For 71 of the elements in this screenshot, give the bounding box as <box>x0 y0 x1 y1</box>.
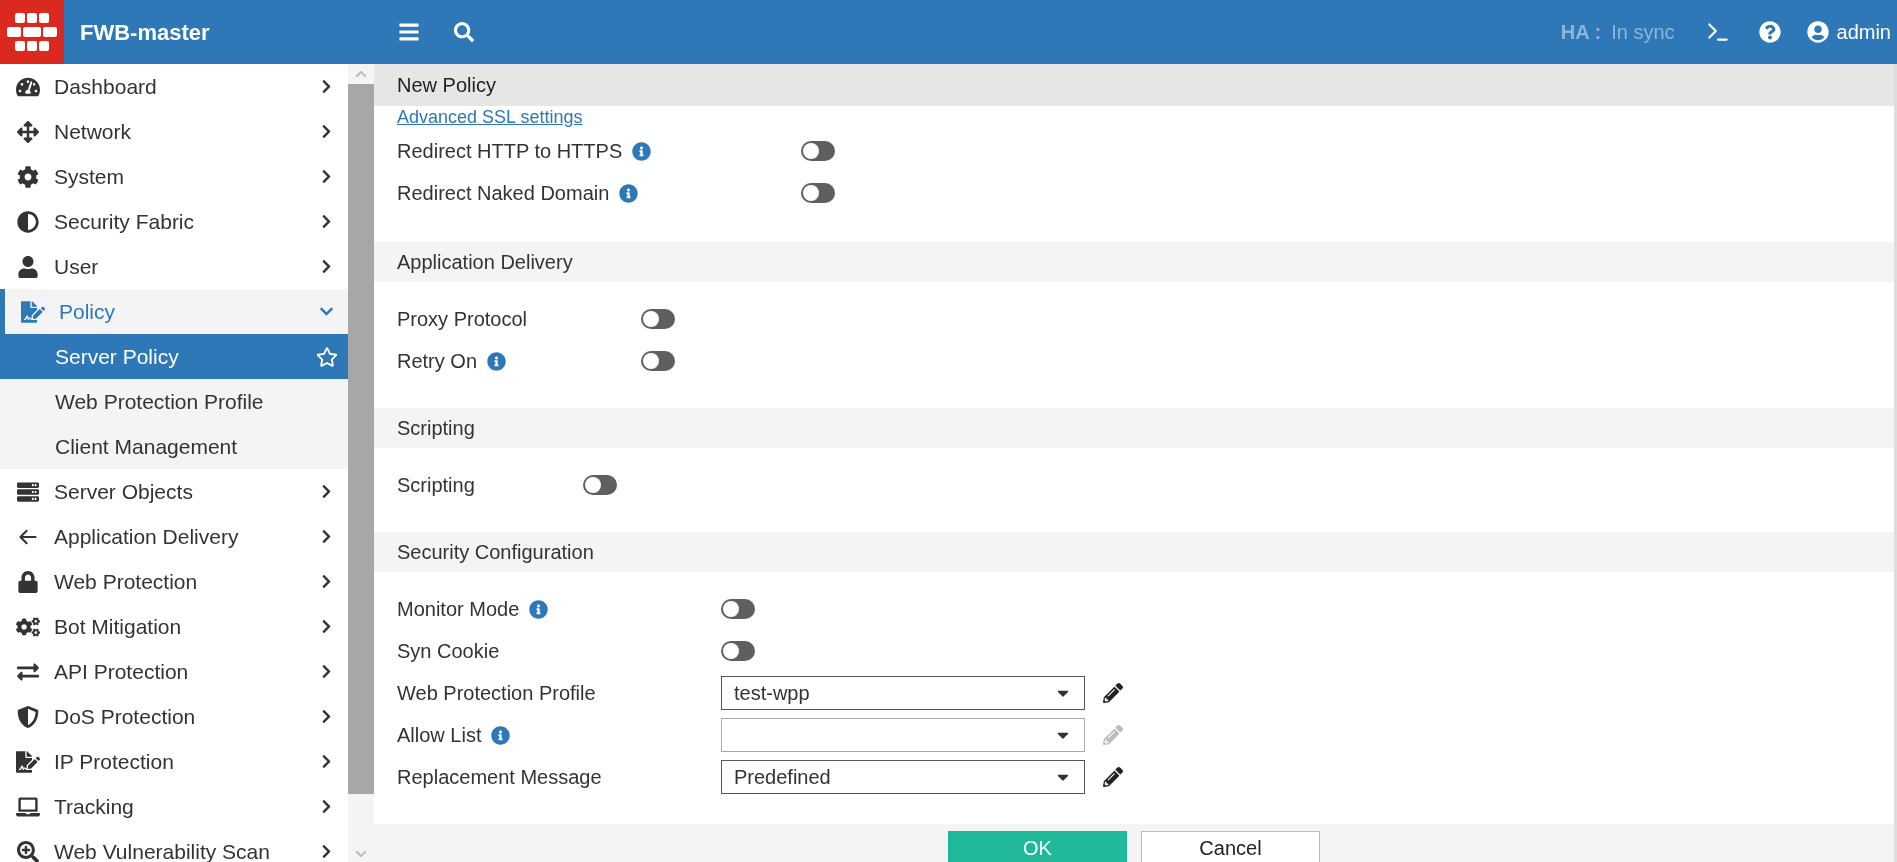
advanced-ssl-link[interactable]: Advanced SSL settings <box>397 106 583 128</box>
menu-item-icon <box>16 165 40 188</box>
menu-item-icon <box>16 75 40 98</box>
field-label: Replacement Message <box>397 765 602 790</box>
sidebar-item[interactable]: Network <box>0 109 348 154</box>
sidebar-subitem[interactable]: Client Management <box>0 424 348 469</box>
field-label: Redirect Naked Domain <box>397 181 610 206</box>
field-label: Scripting <box>397 473 475 498</box>
toggle-switch[interactable] <box>801 141 835 161</box>
info-icon[interactable] <box>632 141 652 161</box>
menu-button[interactable] <box>398 21 420 43</box>
toggle-switch[interactable] <box>641 351 675 371</box>
field-label: Proxy Protocol <box>397 307 528 332</box>
section-title: Scripting <box>397 416 475 441</box>
menu-item-icon <box>16 705 40 728</box>
select-field[interactable]: Predefined <box>721 760 1085 794</box>
toggle-switch[interactable] <box>721 599 755 619</box>
user-menu-button[interactable]: admin <box>1806 17 1897 47</box>
menu-item-icon <box>16 210 40 233</box>
menu-item-icon <box>16 255 40 278</box>
section-title: Security Configuration <box>397 540 594 565</box>
search-button[interactable] <box>454 22 474 42</box>
select-field[interactable]: test-wpp <box>721 676 1085 710</box>
field-label: Web Protection Profile <box>397 681 596 706</box>
menu-item-icon <box>16 570 40 593</box>
field-label: Monitor Mode <box>397 597 520 622</box>
user-icon <box>1806 21 1829 43</box>
select-field[interactable] <box>721 718 1085 752</box>
sidebar-item[interactable]: Web Protection <box>0 559 348 604</box>
menu-item-icon <box>16 795 40 818</box>
sidebar-item[interactable]: Policy <box>0 289 348 334</box>
cancel-button[interactable]: Cancel <box>1141 831 1320 862</box>
page-title: New Policy <box>397 73 496 98</box>
sidebar-item[interactable]: Tracking <box>0 784 348 829</box>
info-icon[interactable] <box>491 725 511 745</box>
menu-item-icon <box>21 300 45 323</box>
sidebar-item[interactable]: User <box>0 244 348 289</box>
sidebar-item[interactable]: Dashboard <box>0 64 348 109</box>
field-label: Allow List <box>397 723 482 748</box>
field-label: Redirect HTTP to HTTPS <box>397 139 623 164</box>
sidebar-item[interactable]: IP Protection <box>0 739 348 784</box>
ha-label: HA : <box>1560 20 1602 45</box>
sidebar-item[interactable]: Server Objects <box>0 469 348 514</box>
toggle-switch[interactable] <box>583 475 617 495</box>
info-icon[interactable] <box>487 351 507 371</box>
menu-item-icon <box>16 480 40 503</box>
menu-item-icon <box>16 615 40 638</box>
field-label: Syn Cookie <box>397 639 500 664</box>
info-icon[interactable] <box>619 183 639 203</box>
sidebar-item[interactable]: API Protection <box>0 649 348 694</box>
sidebar-item[interactable]: System <box>0 154 348 199</box>
menu-item-icon <box>16 750 40 773</box>
field-label: Retry On <box>397 349 478 374</box>
menu-item-icon <box>16 840 40 862</box>
sidebar-item[interactable]: DoS Protection <box>0 694 348 739</box>
toggle-switch[interactable] <box>721 641 755 661</box>
ha-status: In sync <box>1611 20 1675 45</box>
sidebar-subitem[interactable]: Server Policy <box>0 334 348 379</box>
section-title: Application Delivery <box>397 250 573 275</box>
toggle-switch[interactable] <box>801 183 835 203</box>
menu-item-icon <box>16 120 40 143</box>
info-icon[interactable] <box>529 599 549 619</box>
star-icon <box>316 345 338 368</box>
sidebar-item[interactable]: Security Fabric <box>0 199 348 244</box>
sidebar-subitem[interactable]: Web Protection Profile <box>0 379 348 424</box>
toggle-switch[interactable] <box>641 309 675 329</box>
app-title: FWB-master <box>80 18 211 47</box>
help-button[interactable] <box>1758 21 1781 43</box>
sidebar-item[interactable]: Bot Mitigation <box>0 604 348 649</box>
sidebar-item[interactable]: Application Delivery <box>0 514 348 559</box>
menu-item-icon <box>16 660 40 683</box>
